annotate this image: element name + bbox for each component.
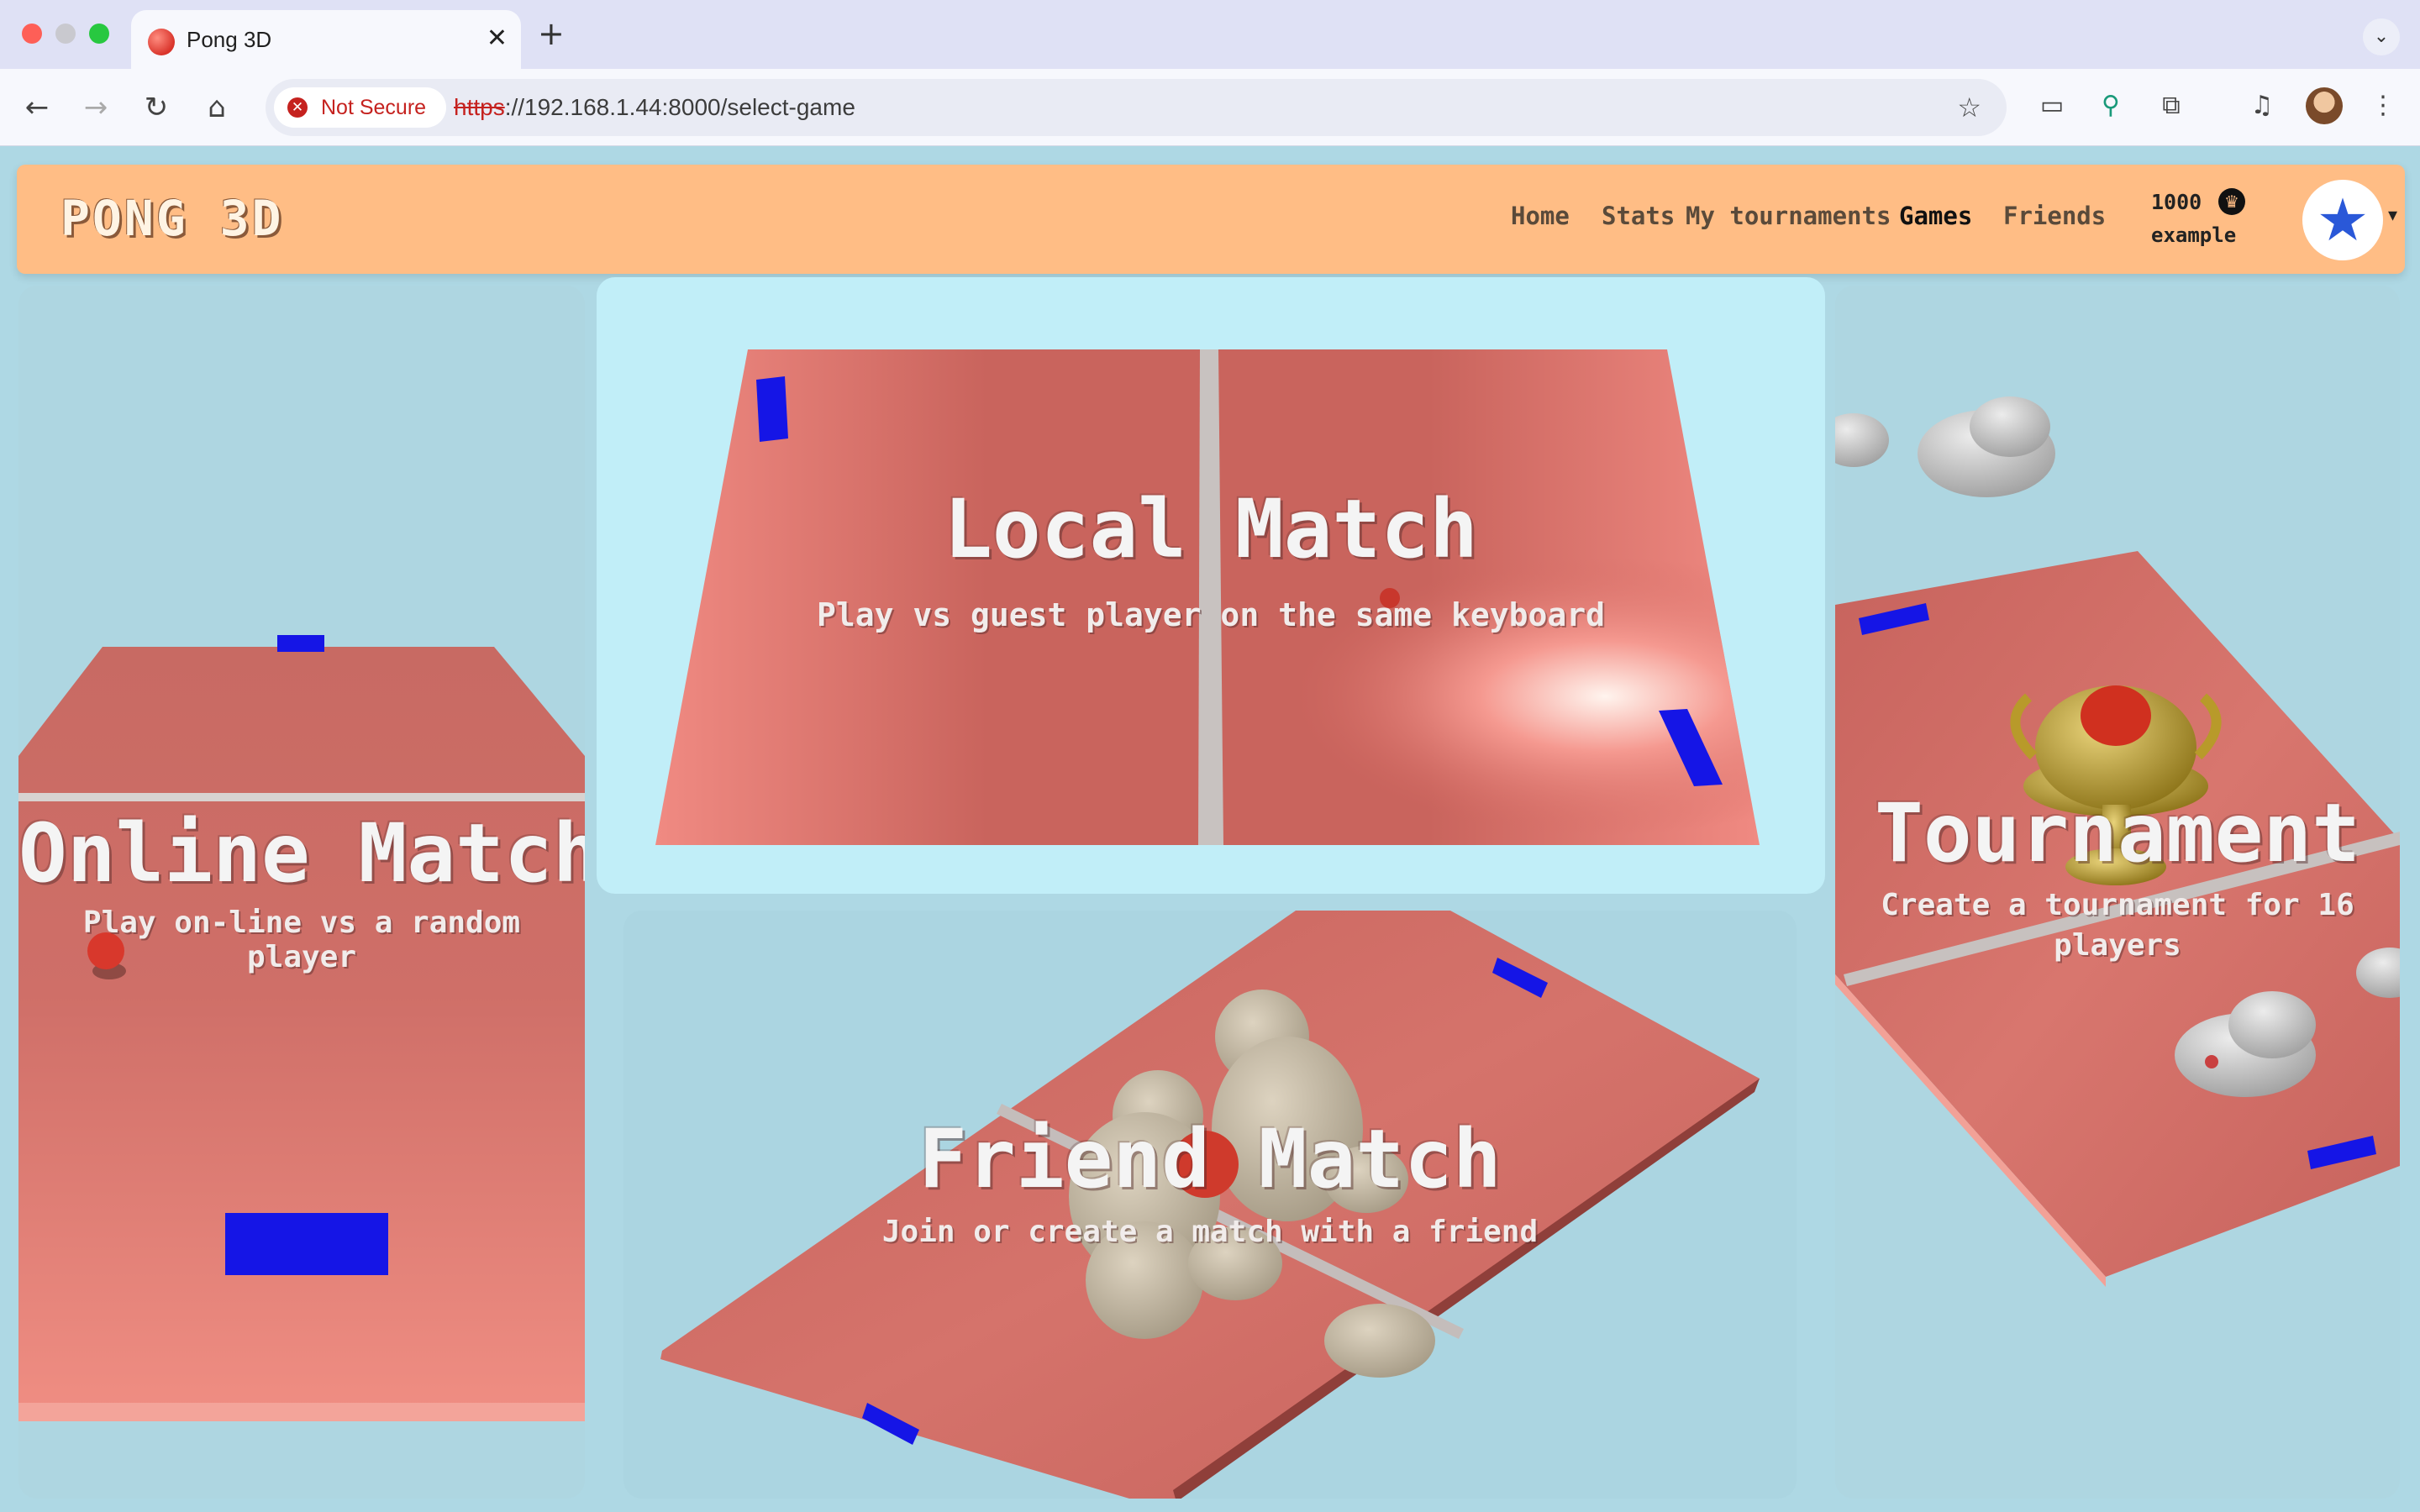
pong-logo[interactable]: PONG 3D [60, 190, 283, 247]
local-table-scene [655, 349, 1760, 845]
local-match-title: Local Match [944, 482, 1478, 576]
bookmark-star-icon[interactable]: ☆ [1957, 79, 1981, 136]
caret-down-icon[interactable]: ▾ [2388, 205, 2397, 226]
nav-home[interactable]: Home [1511, 202, 1570, 230]
online-match-title: Online Match [18, 806, 585, 900]
username: example [2151, 223, 2237, 247]
new-tab-button[interactable]: + [538, 13, 565, 54]
browser-tab[interactable]: Pong 3D ✕ [131, 10, 521, 69]
tournament-card[interactable]: Tournament Create a tournament for 16 pl… [1835, 286, 2400, 1499]
browser-tab-strip: Pong 3D ✕ + ⌄ [0, 0, 2420, 69]
online-paddle-top [277, 635, 324, 652]
coins-balance: 1000 [2151, 190, 2202, 214]
cloud-left [1835, 413, 1889, 467]
tab-title: Pong 3D [187, 27, 272, 52]
reload-icon[interactable]: ↻ [136, 87, 176, 128]
extension-pin-icon[interactable]: ⚲ [2092, 87, 2129, 124]
online-table-edge [18, 1403, 585, 1421]
tournament-subtitle: Create a tournament for 16 players [1881, 888, 2354, 963]
profile-avatar[interactable] [2306, 87, 2343, 124]
app-navbar: PONG 3D Home Stats My tournaments Games … [17, 165, 2405, 274]
online-table [18, 647, 585, 1421]
nav-stats[interactable]: Stats [1602, 202, 1675, 230]
friend-match-subtitle: Join or create a match with a friend [881, 1215, 1539, 1249]
pong-favicon-icon [148, 29, 175, 55]
home-icon[interactable]: ⌂ [197, 87, 237, 128]
address-bar[interactable]: ✕ Not Secure https://192.168.1.44:8000/s… [266, 79, 2007, 136]
security-label: Not Secure [321, 96, 427, 119]
online-match-card[interactable]: Online Match Play on-line vs a random pl… [18, 286, 585, 1499]
window-maximize-button[interactable] [89, 24, 109, 44]
url-path: ://192.168.1.44:8000/select-game [504, 94, 855, 120]
menu-kebab-icon[interactable]: ⋮ [2365, 87, 2402, 124]
user-avatar-star-icon[interactable]: ★ [2302, 180, 2383, 260]
cast-icon[interactable]: ▭ [2033, 87, 2070, 124]
local-paddle-left [756, 376, 788, 442]
online-net-line [18, 793, 585, 801]
window-close-button[interactable] [22, 24, 42, 44]
nav-my-tournaments[interactable]: My tournaments [1686, 202, 1891, 230]
back-arrow-icon[interactable]: ← [17, 87, 57, 128]
not-secure-chip[interactable]: ✕ Not Secure [274, 87, 447, 128]
extensions-puzzle-icon[interactable]: ⧉ [2153, 87, 2190, 124]
warning-icon: ✕ [287, 97, 308, 118]
tab-close-icon[interactable]: ✕ [487, 22, 508, 55]
cloud-top [1918, 396, 2055, 497]
local-match-card[interactable]: Local Match Play vs guest player on the … [597, 277, 1825, 894]
url-scheme: https [454, 94, 505, 120]
trophy-coin-icon: ♛ [2218, 188, 2245, 215]
friend-match-title: Friend Match [918, 1112, 1502, 1206]
nav-games[interactable]: Games [1899, 202, 1972, 230]
online-paddle-bottom [225, 1213, 388, 1275]
local-match-subtitle: Play vs guest player on the same keyboar… [817, 596, 1605, 633]
tournament-title: Tournament [1875, 786, 2360, 880]
media-control-icon[interactable]: ♫ [2244, 87, 2281, 124]
friend-match-card[interactable]: Friend Match Join or create a match with… [623, 911, 1797, 1499]
nav-friends[interactable]: Friends [2003, 202, 2106, 230]
window-minimize-button[interactable] [55, 24, 76, 44]
url-text[interactable]: https://192.168.1.44:8000/select-game [454, 79, 855, 136]
forward-arrow-icon[interactable]: → [76, 87, 116, 128]
online-match-subtitle: Play on-line vs a random player [82, 906, 521, 974]
tab-search-chevron-icon[interactable]: ⌄ [2363, 18, 2400, 55]
